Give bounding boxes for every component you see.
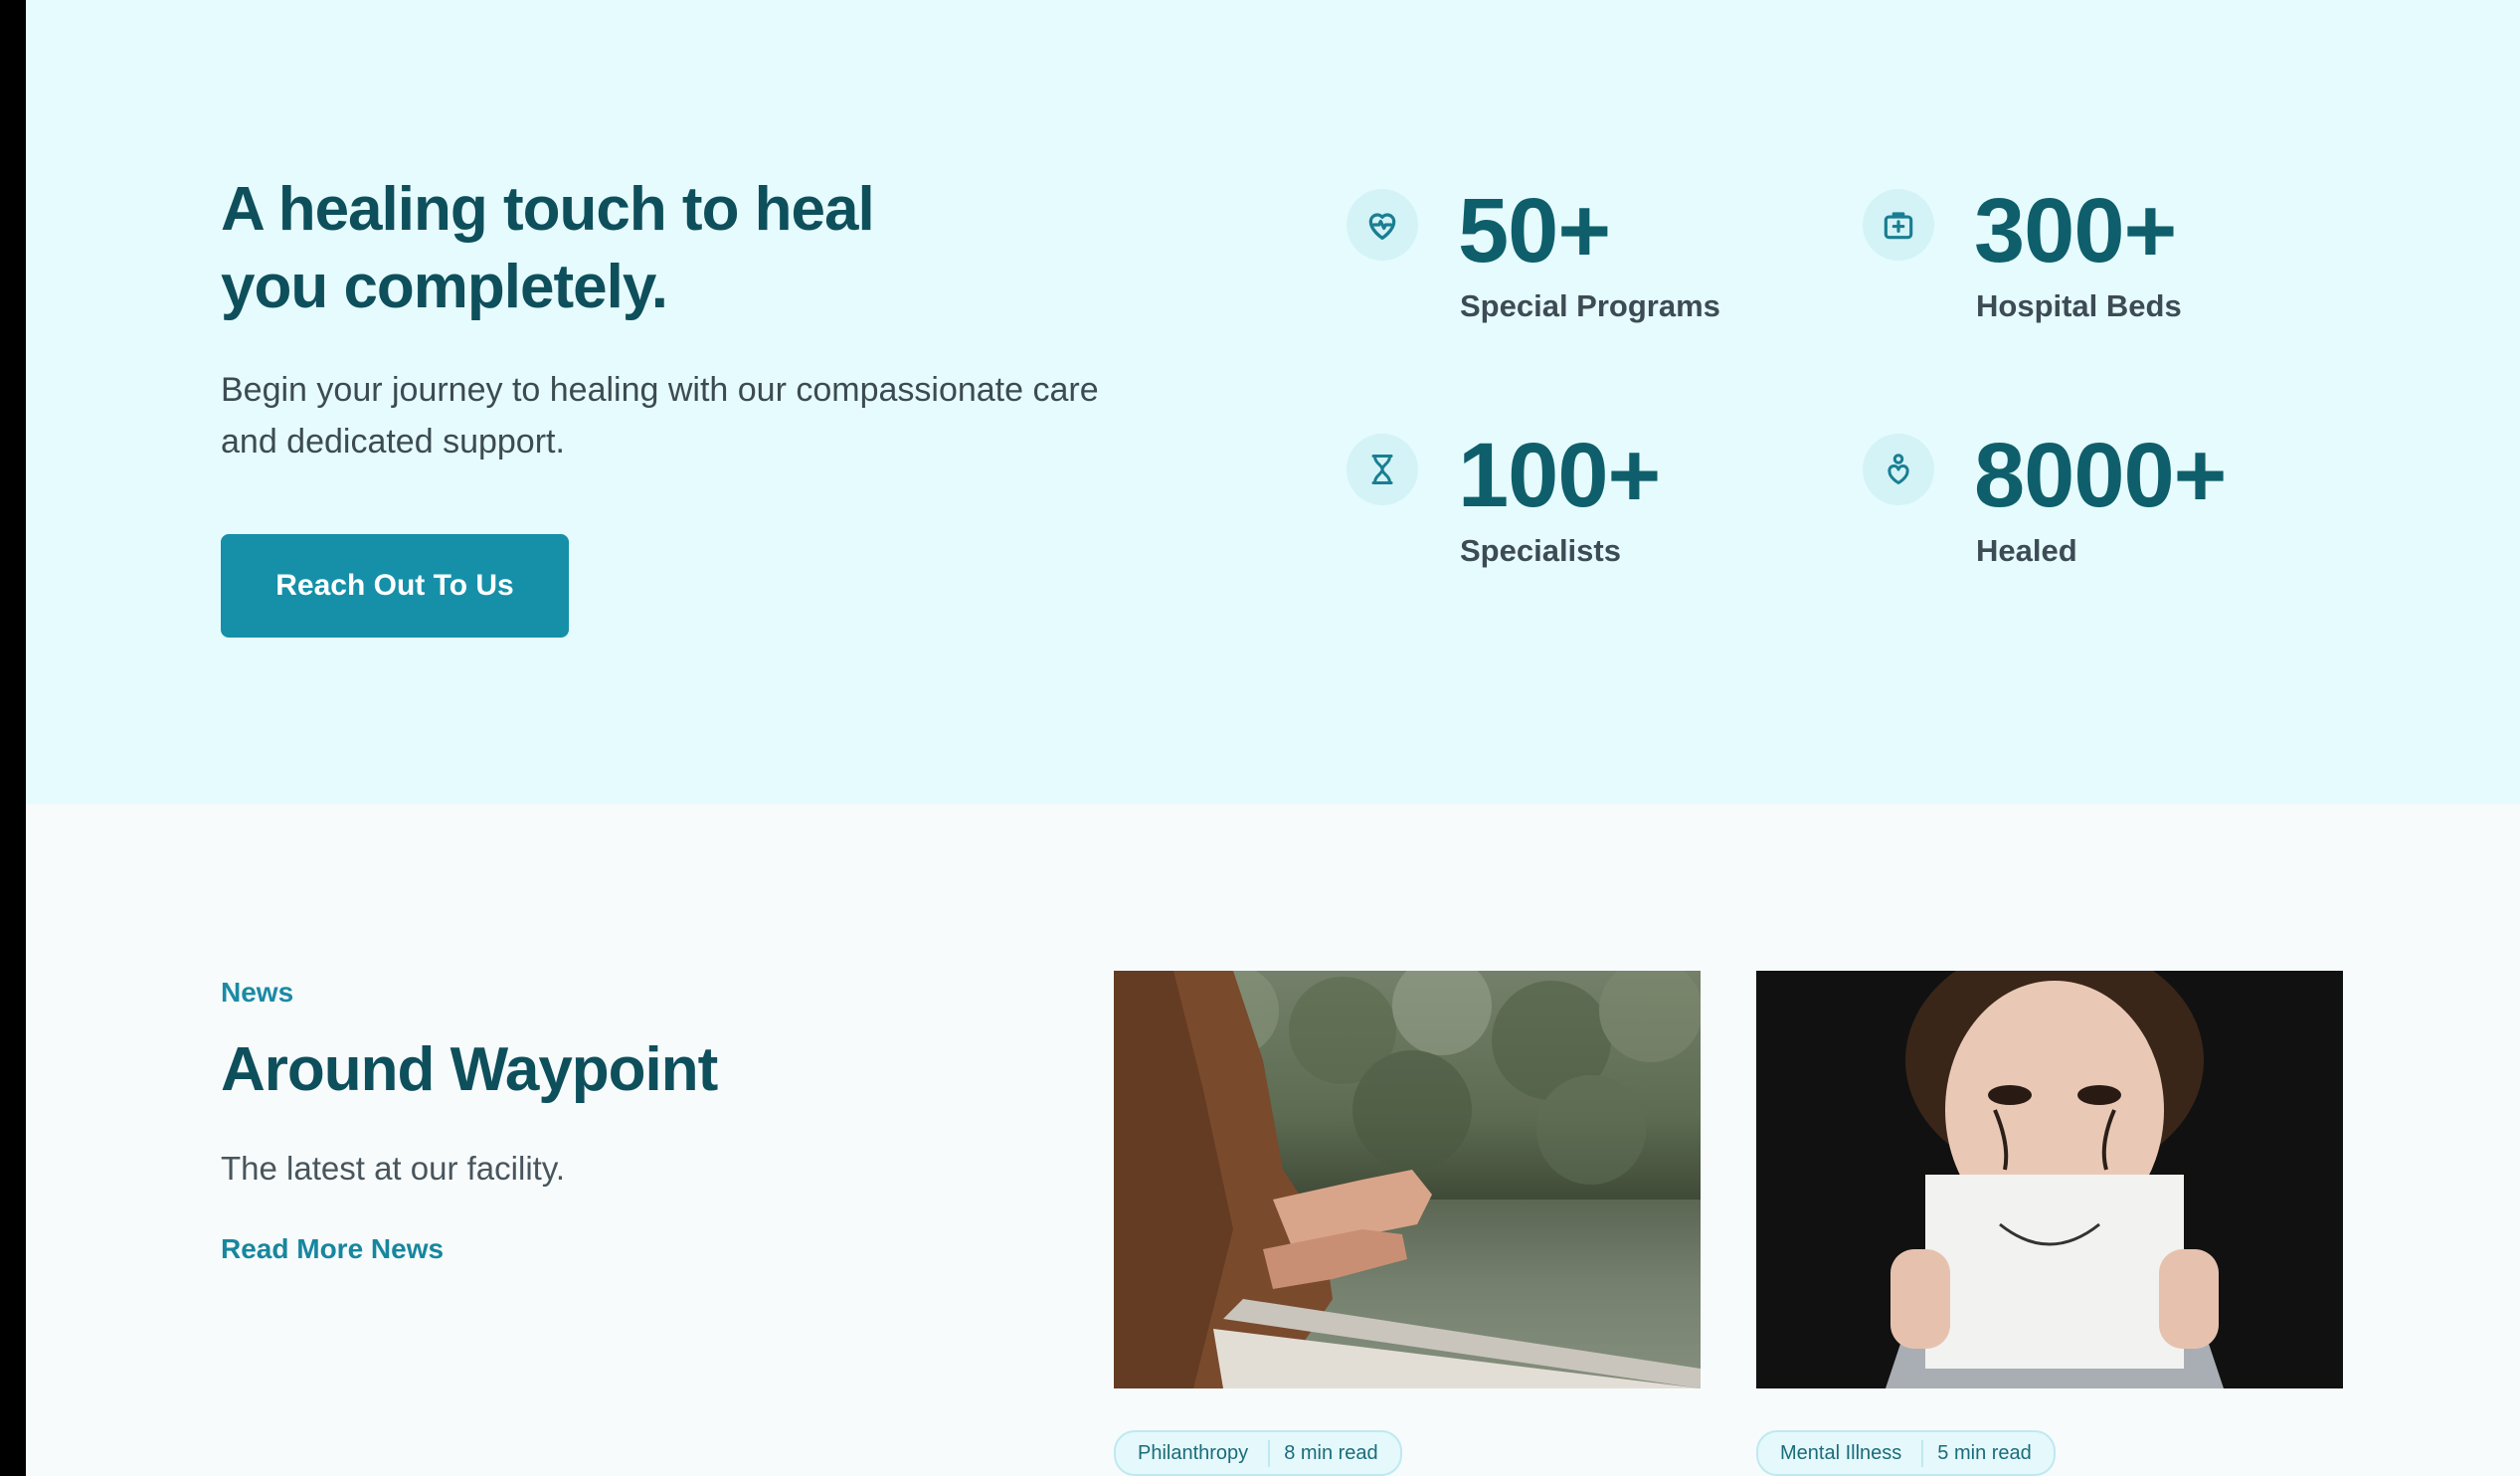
news-section: News Around Waypoint The latest at our f… [26, 804, 2520, 1476]
stat-value: 50+ [1458, 180, 1611, 281]
stat-hospital-beds: 300+ Hospital Beds [1863, 179, 2380, 348]
hero-description-line-2: and dedicated support. [221, 423, 565, 461]
stat-healed: 8000+ Healed [1863, 424, 2380, 593]
hero-description: Begin your journey to healing with our c… [221, 364, 1235, 467]
stat-special-programs: 50+ Special Programs [1347, 179, 1864, 348]
news-card-mental-illness[interactable]: Mental Illness 5 min read [1756, 971, 2343, 1476]
card-tags: Philanthropy 8 min read [1114, 1430, 1402, 1476]
stat-label: Healed [1976, 533, 2077, 568]
hourglass-icon [1347, 434, 1418, 505]
read-more-news-link[interactable]: Read More News [221, 1233, 444, 1265]
category-tag[interactable]: Mental Illness [1766, 1440, 1915, 1467]
person-by-lake-photo[interactable] [1114, 971, 1701, 1388]
stat-value: 8000+ [1974, 425, 2227, 526]
hero-title: A healing touch to heal you completely. [221, 171, 977, 326]
medical-bag-icon [1863, 189, 1934, 261]
hero-description-line-1: Begin your journey to healing with our c… [221, 371, 1099, 409]
reach-out-button[interactable]: Reach Out To Us [221, 534, 569, 638]
hero-title-line-1: A healing touch to heal [221, 175, 875, 244]
hero-title-line-2: you completely. [221, 253, 668, 321]
woman-smile-sign-photo[interactable] [1756, 971, 2343, 1388]
hero-section: A healing touch to heal you completely. … [26, 0, 2520, 804]
person-heart-icon [1863, 434, 1934, 505]
heart-pulse-icon [1347, 189, 1418, 261]
read-time-tag: 8 min read [1268, 1439, 1392, 1467]
stat-label: Hospital Beds [1976, 288, 2182, 323]
page: A healing touch to heal you completely. … [26, 0, 2520, 1476]
stat-label: Specialists [1460, 533, 1621, 568]
stat-specialists: 100+ Specialists [1347, 424, 1864, 593]
news-title: Around Waypoint [221, 1035, 718, 1104]
read-time-tag: 5 min read [1921, 1439, 2046, 1467]
stat-value: 300+ [1974, 180, 2177, 281]
news-eyebrow: News [221, 977, 294, 1008]
stat-label: Special Programs [1460, 288, 1720, 323]
news-card-philanthropy[interactable]: Philanthropy 8 min read [1114, 971, 1701, 1476]
stat-value: 100+ [1458, 425, 1661, 526]
news-description: The latest at our facility. [221, 1150, 566, 1187]
card-tags: Mental Illness 5 min read [1756, 1430, 2056, 1476]
category-tag[interactable]: Philanthropy [1124, 1440, 1262, 1467]
